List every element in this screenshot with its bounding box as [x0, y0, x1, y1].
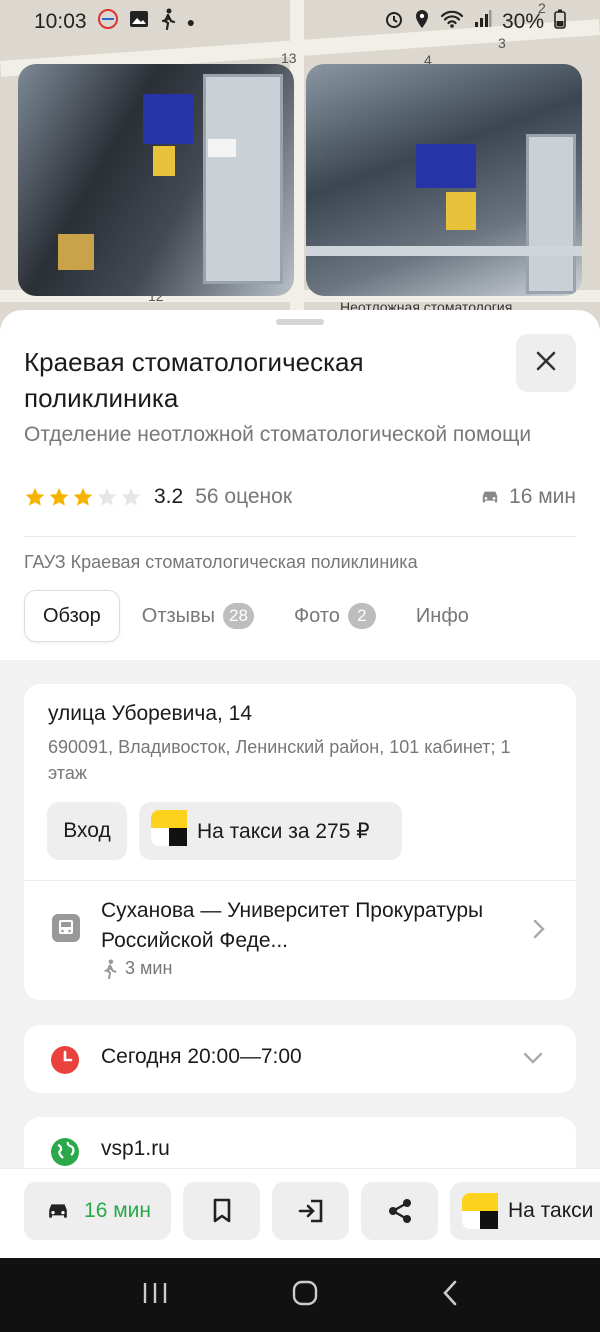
- walking-icon: [159, 8, 177, 36]
- organization-name[interactable]: ГАУЗ Краевая стоматологическая поликлини…: [24, 552, 418, 573]
- notification-icon: [97, 8, 119, 36]
- taxi-action-button[interactable]: На такси: [450, 1182, 600, 1240]
- place-photo-1[interactable]: [18, 64, 294, 296]
- rating-count[interactable]: 56 оценок: [195, 485, 292, 509]
- share-icon: [388, 1199, 411, 1223]
- map-label: 13: [281, 50, 297, 66]
- tab-label: Инфо: [415, 604, 469, 627]
- star-icon: [25, 487, 45, 506]
- tab-info[interactable]: Инфо: [398, 590, 487, 642]
- action-bar: 16 мин На такси: [0, 1168, 600, 1258]
- star-icon: [73, 487, 93, 506]
- back-icon: [443, 1280, 457, 1305]
- alarm-icon: [384, 9, 404, 35]
- enter-button[interactable]: [272, 1182, 349, 1240]
- tab-label: Отзывы: [141, 604, 216, 627]
- home-button[interactable]: [291, 1279, 319, 1312]
- divider: [24, 536, 576, 537]
- place-category: Отделение неотложной стоматологической п…: [24, 423, 532, 446]
- dot-icon: ●: [186, 14, 196, 30]
- walk-time-label: 3 мин: [125, 958, 173, 978]
- tab-reviews[interactable]: Отзывы 28: [124, 590, 272, 642]
- close-icon: [535, 350, 557, 377]
- website-link[interactable]: vsp1.ru: [101, 1137, 170, 1161]
- tab-label: Обзор: [43, 604, 101, 627]
- close-button[interactable]: [516, 334, 576, 392]
- taxi-button[interactable]: На такси за 275 ₽: [139, 802, 402, 860]
- back-button[interactable]: [441, 1279, 459, 1312]
- photos-count-badge: 2: [347, 603, 376, 629]
- clock-icon: [50, 1045, 80, 1080]
- transit-stop-name: Суханова — Университет Прокуратуры Росси…: [101, 899, 484, 952]
- gallery-icon: [129, 9, 149, 35]
- walk-time: 3 мин: [101, 958, 172, 979]
- chevron-down-icon: [522, 1051, 544, 1070]
- signal-icon: [474, 10, 492, 34]
- entrance-icon: [298, 1199, 322, 1223]
- reviews-count-badge: 28: [223, 603, 254, 629]
- details-scroll-area[interactable]: улица Уборевича, 14 690091, Владивосток,…: [0, 660, 600, 1170]
- hours-text: Сегодня 20:00—7:00: [101, 1045, 302, 1068]
- tab-label: Фото: [293, 604, 340, 627]
- sheet-grabber[interactable]: [276, 319, 324, 325]
- place-card-sheet: Краевая стоматологическая поликлиника От…: [0, 310, 600, 1170]
- address-card: улица Уборевича, 14 690091, Владивосток,…: [24, 684, 576, 1000]
- drive-time-label: 16 мин: [509, 485, 576, 508]
- hours-card[interactable]: Сегодня 20:00—7:00: [24, 1025, 576, 1093]
- website-card[interactable]: vsp1.ru: [24, 1117, 576, 1170]
- drive-time[interactable]: 16 мин: [479, 485, 576, 509]
- status-time: 10:03: [34, 10, 87, 33]
- star-empty-icon: [97, 487, 117, 506]
- address-details: 690091, Владивосток, Ленинский район, 10…: [48, 737, 511, 783]
- system-nav-bar: [0, 1258, 600, 1332]
- status-bar: 10:03 ● 30%: [0, 0, 600, 44]
- battery-label: 30%: [501, 10, 544, 33]
- wifi-icon: [440, 9, 464, 35]
- place-title: Краевая стоматологическая поликлиника: [24, 347, 364, 413]
- rating-stars: [24, 486, 142, 508]
- entrance-button[interactable]: Вход: [47, 802, 127, 860]
- location-icon: [414, 9, 430, 35]
- address-street[interactable]: улица Уборевича, 14: [48, 702, 252, 726]
- home-icon: [292, 1280, 318, 1305]
- car-icon: [482, 491, 498, 503]
- chevron-right-icon: [532, 918, 546, 945]
- battery-icon: [554, 9, 566, 35]
- taxi-action-label: На такси: [508, 1199, 594, 1222]
- bookmark-icon: [213, 1198, 230, 1223]
- recent-apps-button[interactable]: [141, 1281, 169, 1310]
- rating-row[interactable]: 3.2 56 оценок 16 мин: [24, 482, 576, 512]
- tab-overview[interactable]: Обзор: [24, 590, 120, 642]
- bookmark-button[interactable]: [183, 1182, 260, 1240]
- walking-icon: [104, 958, 117, 979]
- car-icon: [49, 1204, 67, 1218]
- yandex-taxi-icon: [151, 810, 187, 852]
- share-button[interactable]: [361, 1182, 438, 1240]
- yandex-taxi-icon: [462, 1193, 498, 1229]
- tab-photos[interactable]: Фото 2: [276, 590, 394, 642]
- place-photo-2[interactable]: [306, 64, 582, 296]
- bus-icon: [52, 914, 80, 947]
- recent-apps-icon: [143, 1282, 167, 1303]
- star-empty-icon: [121, 487, 141, 506]
- entrance-label: Вход: [63, 819, 111, 842]
- rating-value: 3.2: [154, 485, 184, 508]
- taxi-label: На такси за 275 ₽: [197, 819, 370, 843]
- map-background[interactable]: 13 4 3 2 12 Неотложная стоматология: [0, 0, 600, 330]
- route-button[interactable]: 16 мин: [24, 1182, 171, 1240]
- star-icon: [49, 487, 69, 506]
- globe-icon: [50, 1137, 80, 1170]
- transit-stop-row[interactable]: Суханова — Университет Прокуратуры Росси…: [24, 880, 576, 1000]
- tab-bar: Обзор Отзывы 28 Фото 2 Инфо: [24, 590, 487, 642]
- route-time-label: 16 мин: [84, 1199, 151, 1222]
